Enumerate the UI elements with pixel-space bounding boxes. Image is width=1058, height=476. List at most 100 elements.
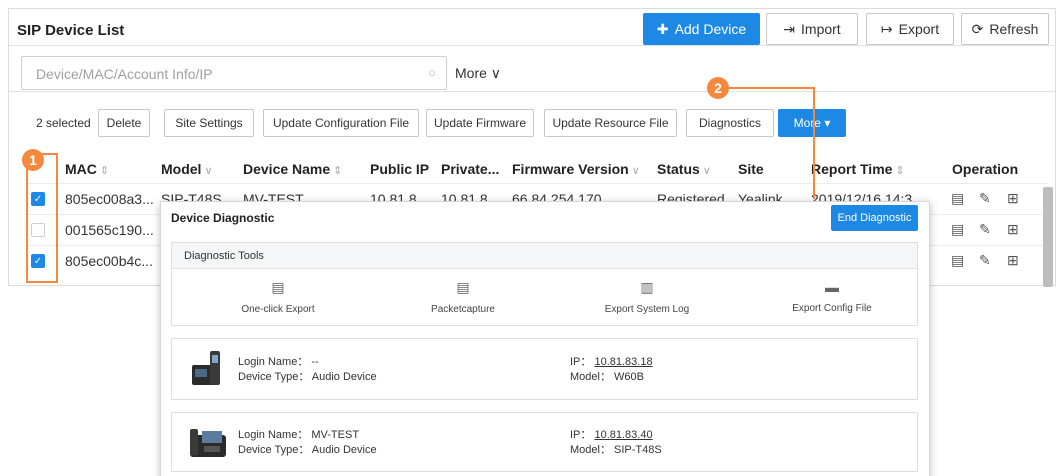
log-icon: ▥ [640,279,654,295]
chevron-down-icon: ∨ [204,165,213,177]
cell-mac: 001565c190... [65,222,154,238]
callout-line [729,87,814,89]
callout-line [813,87,815,199]
device-diagnostic-dialog: Device Diagnostic End Diagnostic Diagnos… [160,201,930,476]
cell-mac: 805ec00b4c... [65,253,153,269]
dialog-title: Device Diagnostic [171,211,275,225]
refresh-button[interactable]: ⟳ Refresh [961,13,1049,45]
more-filter-toggle[interactable]: More ∨ [455,65,501,82]
col-public-ip: Public IP [370,161,430,177]
sort-icon: ⇕ [99,165,110,177]
device-network-info: IP： 10.81.83.40 Model： SIP-T48S [570,428,662,458]
chevron-down-icon: ∨ [702,165,711,177]
col-device-name[interactable]: Device Name ⇕ [243,161,342,177]
col-device-name-label: Device Name [243,161,331,177]
callout-badge-1: 1 [22,149,44,171]
edit-icon[interactable]: ✎ [979,190,991,207]
update-firmware-button[interactable]: Update Firmware [426,109,534,137]
col-status[interactable]: Status ∨ [657,161,711,177]
tool-label: Export Config File [792,303,872,314]
device-login-info: Login Name： -- Device Type： Audio Device [238,355,377,385]
diagnostic-tools-panel: Diagnostic Tools ▤ One-click Export ▤ Pa… [171,242,918,326]
diagnostics-button[interactable]: Diagnostics [686,109,774,137]
login-name: Login Name： -- [238,356,319,368]
document-icon: ▤ [456,279,470,295]
device-login-info: Login Name： MV-TEST Device Type： Audio D… [238,428,377,458]
callout-badge-2: 2 [707,77,729,99]
details-icon[interactable]: ▤ [951,221,964,238]
filter-divider [9,91,1055,92]
col-firmware-label: Firmware Version [512,161,629,177]
update-config-button[interactable]: Update Configuration File [263,109,419,137]
ip-label: IP： [570,356,592,368]
sort-icon: ⇕ [895,165,905,177]
device-type: Device Type： Audio Device [238,371,377,383]
device-network-info: IP： 10.81.83.18 Model： W60B [570,355,653,385]
sort-icon: ⇕ [333,165,343,177]
edit-icon[interactable]: ✎ [979,221,991,238]
device-card: Login Name： -- Device Type： Audio Device… [171,338,918,400]
table-scrollbar[interactable] [1043,187,1053,287]
col-operation: Operation [952,161,1019,177]
delete-button[interactable]: Delete [98,109,150,137]
device-model: Model： W60B [570,371,644,383]
export-system-log-tool[interactable]: ▥ Export System Log [577,279,717,315]
search-placeholder: Device/MAC/Account Info/IP [36,66,213,82]
export-button[interactable]: ↦ Export [866,13,954,45]
desk-phone-icon [190,429,226,457]
col-report-time-label: Report Time [811,161,893,177]
details-icon[interactable]: ▤ [951,252,964,269]
col-mac-label: MAC [65,161,97,177]
export-config-file-tool[interactable]: ▬ Export Config File [762,279,902,314]
add-device-button[interactable]: ✚ Add Device [643,13,760,45]
plus-icon: ✚ [656,20,669,37]
details-icon[interactable]: ▤ [951,190,964,207]
cell-mac: 805ec008a3... [65,191,154,207]
col-report-time[interactable]: Report Time ⇕ [811,161,905,177]
header-divider [9,45,1055,46]
selected-count: 2 selected [36,116,91,130]
site-settings-button[interactable]: Site Settings [164,109,254,137]
export-icon: ↦ [880,20,893,37]
search-icon[interactable]: ○ [428,65,436,80]
end-diagnostic-button[interactable]: End Diagnostic [831,205,918,231]
ip-label: IP： [570,429,592,441]
ip-link[interactable]: 10.81.83.18 [594,356,652,368]
document-icon: ▤ [271,279,285,295]
add-account-icon[interactable]: ⊞ [1007,190,1019,207]
search-input[interactable]: Device/MAC/Account Info/IP ○ [21,56,447,90]
diagnostic-tools-title: Diagnostic Tools [172,243,917,269]
col-mac[interactable]: MAC ⇕ [65,161,109,177]
tool-label: One-click Export [241,304,315,315]
cordless-phone-icon [192,351,220,385]
page-title: SIP Device List [17,22,125,39]
login-name: Login Name： MV-TEST [238,429,360,441]
more-actions-button[interactable]: More ▾ [778,109,846,137]
device-model: Model： SIP-T48S [570,444,662,456]
tool-label: Packetcapture [431,304,495,315]
col-status-label: Status [657,161,700,177]
device-type: Device Type： Audio Device [238,444,377,456]
add-account-icon[interactable]: ⊞ [1007,252,1019,269]
chevron-down-icon: ∨ [631,165,640,177]
one-click-export-tool[interactable]: ▤ One-click Export [208,279,348,315]
tool-label: Export System Log [604,304,690,315]
export-label: Export [898,21,940,37]
ip-link[interactable]: 10.81.83.40 [594,429,652,441]
packetcapture-tool[interactable]: ▤ Packetcapture [393,279,533,315]
add-device-label: Add Device [674,21,747,37]
col-firmware[interactable]: Firmware Version ∨ [512,161,640,177]
refresh-icon: ⟳ [971,20,984,37]
update-resource-button[interactable]: Update Resource File [544,109,677,137]
file-icon: ▬ [825,279,839,295]
import-icon: ⇥ [783,20,796,37]
checkbox-callout-box [26,153,58,283]
add-account-icon[interactable]: ⊞ [1007,221,1019,238]
edit-icon[interactable]: ✎ [979,252,991,269]
device-card: Login Name： MV-TEST Device Type： Audio D… [171,412,918,472]
col-site: Site [738,161,764,177]
refresh-label: Refresh [989,21,1039,37]
import-button[interactable]: ⇥ Import [766,13,858,45]
col-private-ip: Private... [441,161,500,177]
col-model[interactable]: Model ∨ [161,161,213,177]
